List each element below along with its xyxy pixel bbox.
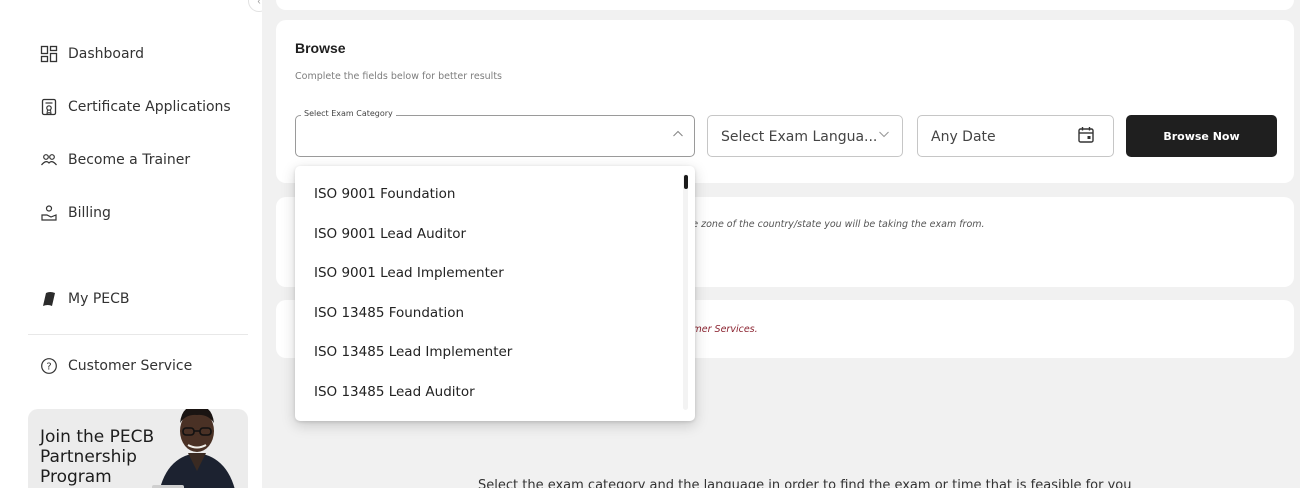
chevron-down-icon [878,128,890,143]
dropdown-option[interactable]: ISO 9001 Lead Auditor [314,226,466,242]
sidebar-item-label: Dashboard [68,46,144,62]
sidebar-item-my-pecb[interactable]: My PECB [40,290,129,308]
sidebar-item-label: Customer Service [68,358,193,374]
dropdown-option[interactable]: ISO 13485 Lead Implementer [314,344,512,360]
dropdown-option[interactable]: ISO 13485 Lead Auditor [314,384,475,400]
sidebar-divider [28,334,248,335]
promo-person-image [152,409,242,488]
browse-card: Browse Complete the fields below for bet… [276,20,1294,183]
browse-now-button[interactable]: Browse Now [1126,115,1277,157]
exam-language-placeholder: Select Exam Langua... [721,129,878,145]
trainer-icon [40,151,58,169]
exam-category-legend: Select Exam Category [301,109,396,118]
dropdown-option[interactable]: ISO 9001 Foundation [314,186,455,202]
billing-icon [40,204,58,222]
sidebar-item-become-trainer[interactable]: Become a Trainer [40,151,190,169]
chevron-up-icon [672,128,684,143]
sidebar-item-billing[interactable]: Billing [40,204,111,222]
browse-title: Browse [295,40,346,56]
dropdown-option[interactable]: ISO 9001 Lead Implementer [314,265,504,281]
date-placeholder: Any Date [931,129,996,145]
svg-text:?: ? [46,362,51,373]
certificate-icon [40,98,58,116]
calendar-icon[interactable] [1077,126,1095,149]
exam-language-select[interactable]: Select Exam Langua... [707,115,903,157]
top-card-edge [276,0,1294,10]
sidebar-item-label: Certificate Applications [68,99,231,115]
exam-category-select[interactable]: Select Exam Category [295,109,695,157]
sidebar-item-label: My PECB [68,291,130,307]
dropdown-scrollbar-track[interactable] [683,174,688,410]
timezone-note: me zone of the country/state you will be… [683,219,985,230]
empty-state-message: Select the exam category and the languag… [478,478,1132,488]
exam-category-dropdown: ISO 9001 Foundation ISO 9001 Lead Audito… [295,166,695,421]
sidebar-item-label: Billing [68,205,111,221]
partnership-promo-card[interactable]: Join the PECB Partnership Program [28,409,248,488]
dashboard-icon [40,45,58,63]
sidebar: ‹ Dashboard Certificate Applications Bec… [0,0,270,488]
sidebar-item-customer-service[interactable]: ? Customer Service [40,357,192,375]
help-circle-icon: ? [40,357,58,375]
dropdown-option[interactable]: ISO 13485 Foundation [314,305,464,321]
dropdown-scrollbar-thumb[interactable] [684,175,688,189]
browse-subtitle: Complete the fields below for better res… [295,71,503,82]
date-picker-field[interactable]: Any Date [917,115,1114,157]
sidebar-item-dashboard[interactable]: Dashboard [40,45,144,63]
sidebar-item-label: Become a Trainer [68,152,191,168]
my-pecb-icon [40,290,58,308]
sidebar-item-certificate-applications[interactable]: Certificate Applications [40,98,231,116]
